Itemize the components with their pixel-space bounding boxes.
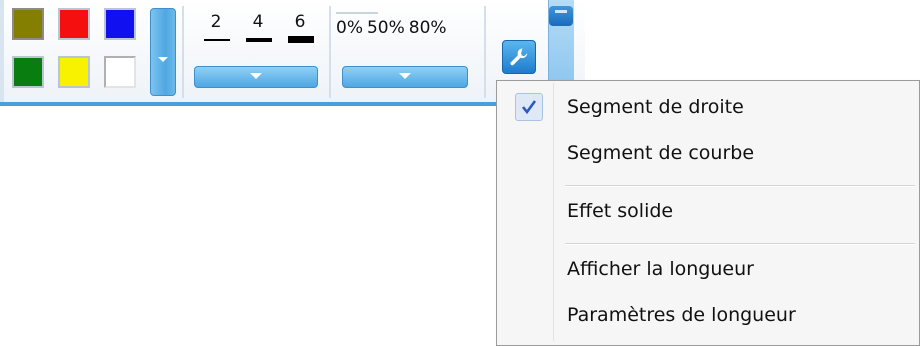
menu-item-label: Paramètres de longueur	[567, 304, 796, 326]
line-options-menu: Segment de droite Segment de courbe Effe…	[496, 80, 920, 346]
opacity-option[interactable]: 80%	[409, 18, 447, 38]
opacity-group: 0% 50% 80%	[336, 8, 472, 98]
color-swatch-blue[interactable]	[104, 8, 136, 40]
color-swatch-white[interactable]	[104, 56, 136, 88]
line-width-sample	[288, 36, 314, 43]
chevron-down-icon	[399, 73, 411, 79]
menu-item-effet-solide[interactable]: Effet solide	[499, 191, 917, 235]
menu-item-parametres-longueur[interactable]: Paramètres de longueur	[499, 295, 917, 339]
check-icon	[515, 93, 543, 121]
color-swatch-green[interactable]	[12, 56, 44, 88]
chevron-down-icon	[158, 57, 168, 62]
opacity-option[interactable]: 0%	[336, 18, 363, 38]
color-palette	[10, 6, 150, 96]
menu-item-segment-droite[interactable]: Segment de droite	[499, 87, 917, 131]
separator	[484, 6, 486, 98]
menu-separator	[565, 243, 915, 245]
line-width-label: 4	[252, 12, 264, 32]
color-swatch-red[interactable]	[58, 8, 90, 40]
pin-icon[interactable]	[549, 6, 573, 26]
more-line-widths-button[interactable]	[194, 66, 318, 88]
line-width-sample	[204, 39, 230, 41]
line-settings-button[interactable]	[502, 40, 536, 74]
more-opacity-button[interactable]	[342, 66, 468, 88]
wrench-icon	[510, 48, 528, 66]
menu-separator	[565, 185, 915, 187]
menu-item-segment-courbe[interactable]: Segment de courbe	[499, 133, 917, 177]
line-width-option[interactable]: 6	[280, 12, 320, 52]
menu-item-afficher-longueur[interactable]: Afficher la longueur	[499, 249, 917, 293]
separator	[329, 6, 331, 98]
toolbar-edge	[0, 0, 4, 102]
opacity-options: 0% 50% 80%	[336, 18, 451, 38]
menu-item-label: Segment de droite	[567, 96, 744, 118]
line-width-option[interactable]: 2	[196, 12, 236, 52]
chevron-down-icon	[250, 73, 262, 79]
line-width-sample	[246, 38, 272, 42]
separator	[182, 6, 184, 98]
opacity-option[interactable]: 50%	[367, 18, 405, 38]
line-width-option[interactable]: 4	[238, 12, 278, 52]
line-width-label: 2	[210, 12, 222, 32]
more-colors-button[interactable]	[150, 8, 176, 96]
menu-item-label: Segment de courbe	[567, 142, 755, 164]
color-swatch-yellow[interactable]	[58, 56, 90, 88]
line-width-group: 2 4 6	[188, 8, 324, 98]
opacity-marker	[336, 12, 378, 14]
menu-item-label: Afficher la longueur	[567, 258, 754, 280]
line-width-label: 6	[294, 12, 306, 32]
menu-item-label: Effet solide	[567, 200, 674, 222]
color-swatch-olive[interactable]	[12, 8, 44, 40]
